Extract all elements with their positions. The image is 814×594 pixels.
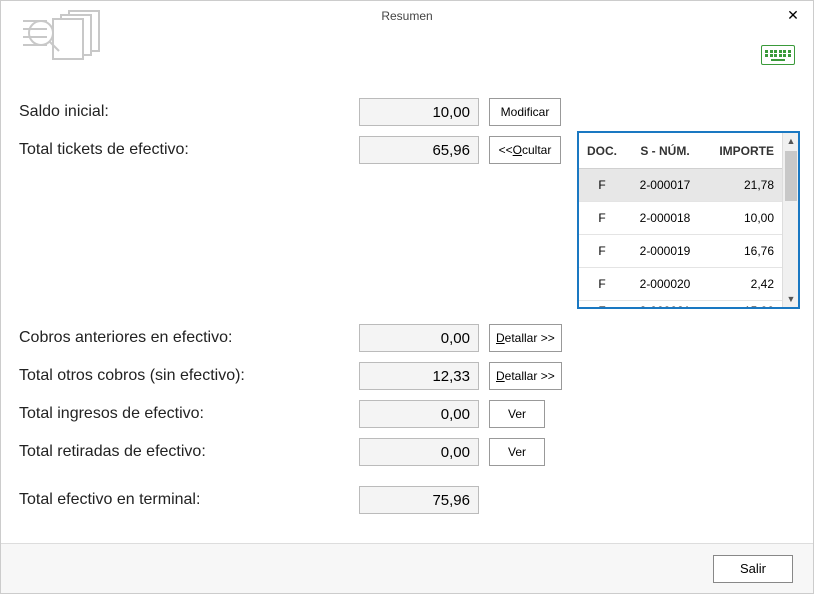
- detallar-otros-button[interactable]: Detallar >>: [489, 362, 562, 390]
- label-cobros-anteriores: Cobros anteriores en efectivo:: [19, 329, 359, 347]
- close-button[interactable]: ✕: [781, 5, 805, 25]
- value-total-retiradas: 0,00: [359, 438, 479, 466]
- cell-num: 2-000019: [625, 244, 705, 258]
- footer-bar: Salir: [1, 543, 813, 593]
- scroll-down-icon[interactable]: ▼: [783, 291, 799, 307]
- scroll-thumb[interactable]: [785, 151, 797, 201]
- label-total-otros: Total otros cobros (sin efectivo):: [19, 367, 359, 385]
- label-total-retiradas: Total retiradas de efectivo:: [19, 443, 359, 461]
- table-row[interactable]: F2-00001810,00: [579, 202, 782, 235]
- modificar-button[interactable]: Modificar: [489, 98, 561, 126]
- table-row[interactable]: F2-00002115,00: [579, 301, 782, 307]
- title-bar: Resumen ✕: [1, 1, 813, 31]
- value-total-ingresos: 0,00: [359, 400, 479, 428]
- cell-importe: 21,78: [705, 178, 782, 192]
- cell-doc: F: [579, 304, 625, 307]
- label-total-tickets: Total tickets de efectivo:: [19, 141, 359, 159]
- row-cobros-anteriores: Cobros anteriores en efectivo: 0,00 Deta…: [19, 319, 795, 357]
- keyboard-icon[interactable]: [761, 45, 795, 65]
- ver-retiradas-button[interactable]: Ver: [489, 438, 545, 466]
- label-saldo-inicial: Saldo inicial:: [19, 103, 359, 121]
- cell-doc: F: [579, 178, 625, 192]
- cell-doc: F: [579, 244, 625, 258]
- value-total-tickets: 65,96: [359, 136, 479, 164]
- tickets-scrollbar[interactable]: ▲ ▼: [782, 133, 798, 307]
- cell-importe: 2,42: [705, 277, 782, 291]
- tickets-header-row: DOC. S - NÚM. IMPORTE: [579, 133, 782, 169]
- row-total-otros: Total otros cobros (sin efectivo): 12,33…: [19, 357, 795, 395]
- scroll-up-icon[interactable]: ▲: [783, 133, 799, 149]
- close-icon: ✕: [787, 7, 799, 24]
- cell-num: 2-000021: [625, 304, 705, 307]
- table-row[interactable]: F2-00001916,76: [579, 235, 782, 268]
- ocultar-button[interactable]: << Ocultar: [489, 136, 561, 164]
- window-title: Resumen: [381, 9, 432, 23]
- detallar-cobros-button[interactable]: Detallar >>: [489, 324, 562, 352]
- cell-importe: 15,00: [705, 304, 782, 307]
- row-total-retiradas: Total retiradas de efectivo: 0,00 Ver: [19, 433, 795, 471]
- cell-importe: 10,00: [705, 211, 782, 225]
- label-total-terminal: Total efectivo en terminal:: [19, 491, 359, 509]
- row-total-terminal: Total efectivo en terminal: 75,96: [19, 481, 795, 519]
- cell-doc: F: [579, 277, 625, 291]
- value-total-terminal: 75,96: [359, 486, 479, 514]
- row-saldo-inicial: Saldo inicial: 10,00 Modificar: [19, 93, 795, 131]
- row-total-ingresos: Total ingresos de efectivo: 0,00 Ver: [19, 395, 795, 433]
- salir-button[interactable]: Salir: [713, 555, 793, 583]
- header-num[interactable]: S - NÚM.: [625, 144, 705, 158]
- cell-doc: F: [579, 211, 625, 225]
- summary-icon: [11, 7, 111, 63]
- table-row[interactable]: F2-0000202,42: [579, 268, 782, 301]
- value-cobros-anteriores: 0,00: [359, 324, 479, 352]
- label-total-ingresos: Total ingresos de efectivo:: [19, 405, 359, 423]
- table-row[interactable]: F2-00001721,78: [579, 169, 782, 202]
- header-doc[interactable]: DOC.: [579, 144, 625, 158]
- cell-num: 2-000018: [625, 211, 705, 225]
- ver-ingresos-button[interactable]: Ver: [489, 400, 545, 428]
- value-total-otros: 12,33: [359, 362, 479, 390]
- cell-num: 2-000017: [625, 178, 705, 192]
- header-importe[interactable]: IMPORTE: [705, 144, 782, 158]
- value-saldo-inicial: 10,00: [359, 98, 479, 126]
- cell-num: 2-000020: [625, 277, 705, 291]
- tickets-table: DOC. S - NÚM. IMPORTE F2-00001721,78F2-0…: [577, 131, 800, 309]
- cell-importe: 16,76: [705, 244, 782, 258]
